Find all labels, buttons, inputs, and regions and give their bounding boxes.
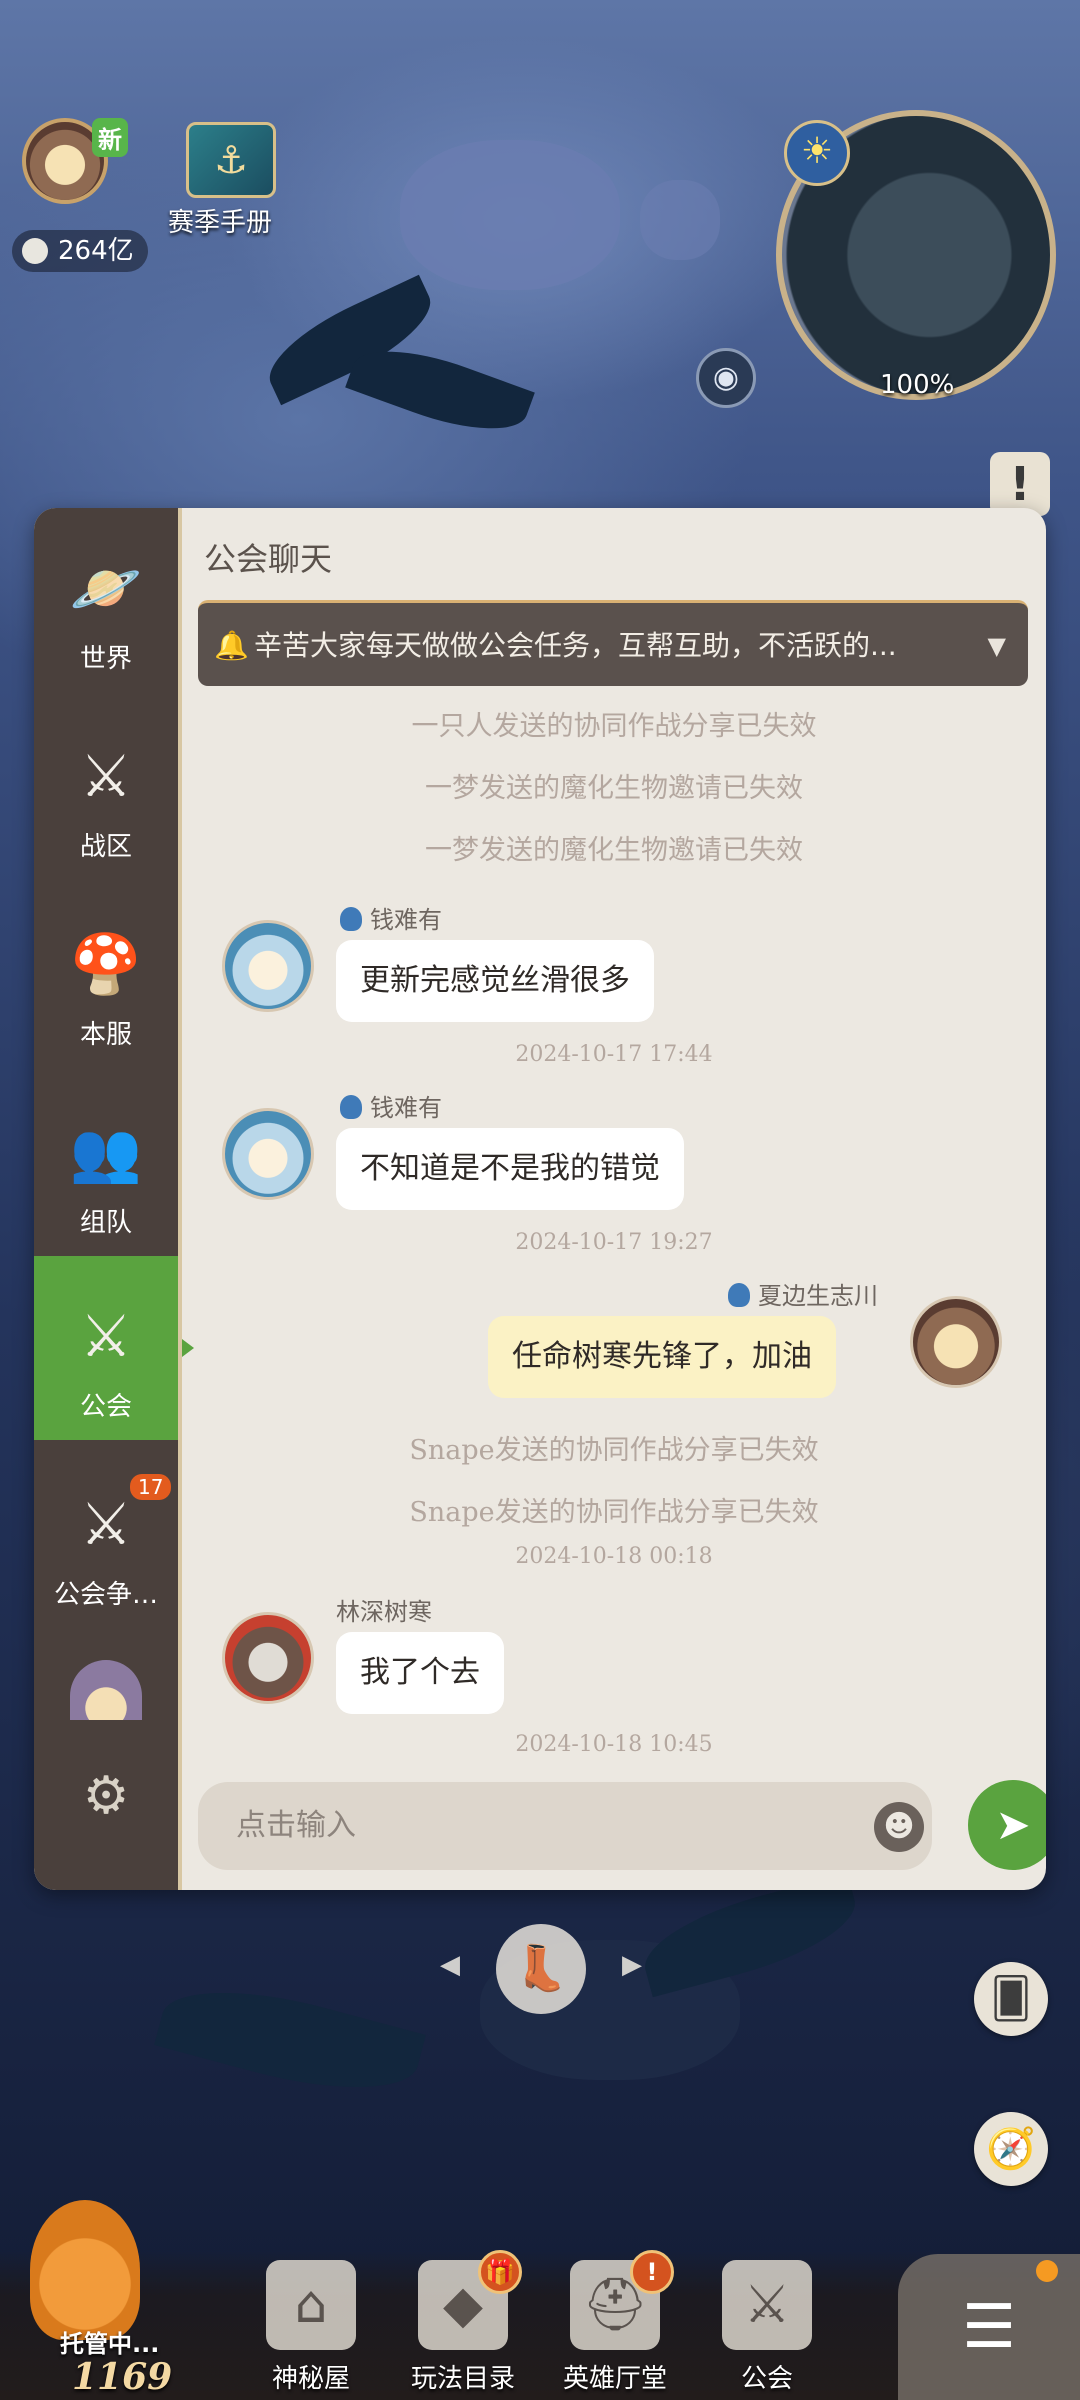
vip-icon — [340, 907, 362, 931]
nav-hero-hall[interactable]: ⛑ 英雄厅堂 ! — [540, 2250, 690, 2400]
message-timestamp: 2024-10-17 17:44 — [515, 1042, 713, 1067]
message-sender: 钱难有 — [340, 1088, 442, 1123]
avatar[interactable] — [70, 1660, 142, 1720]
crossed-swords-icon: ⚔ — [80, 742, 132, 810]
minimap-percent: 100% — [880, 370, 955, 400]
palm-leaf — [634, 1872, 866, 1998]
rock — [400, 140, 620, 290]
guild-chat-panel: 🪐 世界 ⚔ 战区 🍄 本服 👥 组队 ⚔ 公会 ⚔ 公会争… 17 ⚙ 公会聊… — [34, 508, 1046, 1890]
eye-icon[interactable]: ◉ — [696, 348, 756, 408]
system-message: Snape发送的协同作战分享已失效 — [409, 1497, 819, 1528]
sidebar-item-label: 战区 — [79, 832, 132, 862]
cat-icon — [30, 2200, 140, 2340]
sender-name: 钱难有 — [370, 906, 442, 934]
team-icon: 👥 — [69, 1118, 143, 1186]
chat-bubble[interactable]: 更新完感觉丝滑很多 — [336, 940, 654, 1022]
own-chat-bubble[interactable]: 任命树寒先锋了，加油 — [488, 1316, 836, 1398]
mystery-house-icon: ⌂ — [266, 2260, 356, 2350]
chat-main-area: 公会聊天 🔔 辛苦大家每天做做公会任务，互帮互助，不活跃的... ▼ 一只人发送… — [178, 508, 1046, 1890]
chat-bubble[interactable]: 不知道是不是我的错觉 — [336, 1128, 684, 1210]
sidebar-item-team[interactable]: 👥 组队 — [34, 1072, 178, 1256]
vip-icon — [340, 1095, 362, 1119]
guild-notice-banner[interactable]: 🔔 辛苦大家每天做做公会任务，互帮互助，不活跃的... ▼ — [198, 600, 1028, 686]
compass-icon[interactable]: 🧭 — [974, 2112, 1048, 2186]
message-timestamp: 2024-10-17 19:27 — [515, 1230, 713, 1255]
message-timestamp: 2024-10-18 10:45 — [515, 1732, 713, 1757]
chat-bubble[interactable]: 我了个去 — [336, 1632, 504, 1714]
rock — [640, 180, 720, 260]
system-message: 一梦发送的魔化生物邀请已失效 — [425, 773, 803, 804]
vip-icon — [728, 1283, 750, 1307]
sidebar-item-label: 组队 — [79, 1208, 132, 1238]
message-timestamp: 2024-10-18 00:18 — [515, 1544, 713, 1569]
message-sender: 钱难有 — [340, 900, 442, 935]
sidebar-item-label: 公会争… — [53, 1580, 158, 1610]
nav-label: 玩法目录 — [410, 2364, 515, 2394]
avatar[interactable] — [222, 920, 314, 1012]
sidebar-item-guild-war[interactable]: ⚔ 公会争… 17 — [34, 1444, 178, 1628]
sidebar-item-label: 世界 — [79, 644, 132, 674]
mushroom-icon: 🍄 — [69, 930, 143, 998]
currency-icon — [22, 238, 48, 264]
arrow-left-icon[interactable]: ◀ — [440, 1950, 460, 1980]
sidebar-item-guild[interactable]: ⚔ 公会 — [34, 1256, 194, 1440]
gear-icon[interactable]: ⚙ — [74, 1764, 138, 1828]
planet-icon: 🪐 — [69, 554, 143, 622]
sidebar-item-label: 公会 — [79, 1392, 132, 1422]
bell-icon: 🔔 — [214, 629, 249, 662]
sidebar-item-world[interactable]: 🪐 世界 — [34, 508, 178, 692]
auto-play-label: 托管中... — [60, 2330, 160, 2358]
chat-input[interactable]: 点击输入 ☻ — [198, 1782, 932, 1870]
currency-value: 264亿 — [58, 236, 134, 266]
message-sender: 林深树寒 — [336, 1592, 432, 1627]
sender-name: 夏边生志川 — [758, 1282, 878, 1310]
currency-display[interactable]: 264亿 — [12, 230, 148, 272]
guild-icon: ⚔ — [80, 1302, 132, 1370]
notification-dot — [1036, 2260, 1058, 2282]
nav-label: 英雄厅堂 — [562, 2364, 667, 2394]
movement-boot-icon[interactable]: 👢 — [496, 1924, 586, 2014]
chat-title: 公会聊天 — [204, 540, 333, 578]
sidebar-item-label: 本服 — [79, 1020, 132, 1050]
nav-label: 公会 — [740, 2364, 793, 2394]
nav-label: 神秘屋 — [271, 2364, 350, 2394]
arrow-right-icon[interactable]: ▶ — [622, 1950, 642, 1980]
unread-count-badge: 17 — [130, 1474, 172, 1500]
palm-leaf — [154, 1967, 426, 2113]
sender-name: 林深树寒 — [336, 1598, 432, 1626]
sidebar-item-war-zone[interactable]: ⚔ 战区 — [34, 696, 178, 880]
sidebar-item-server[interactable]: 🍄 本服 — [34, 884, 178, 1068]
new-badge: 新 — [92, 118, 128, 157]
chat-channel-sidebar: 🪐 世界 ⚔ 战区 🍄 本服 👥 组队 ⚔ 公会 ⚔ 公会争… 17 ⚙ — [34, 508, 194, 1890]
input-placeholder: 点击输入 — [236, 1808, 356, 1843]
alert-button[interactable]: ! — [990, 452, 1050, 516]
anchor-icon[interactable]: ⚓ — [186, 122, 276, 198]
avatar[interactable] — [910, 1296, 1002, 1388]
system-message: 一梦发送的魔化生物邀请已失效 — [425, 835, 803, 866]
auto-play-number: 1169 — [72, 2356, 173, 2398]
guild-icon: ⚔ — [722, 2260, 812, 2350]
message-sender: 夏边生志川 — [728, 1276, 878, 1311]
season-handbook-label[interactable]: 赛季手册 — [168, 202, 272, 239]
avatar[interactable] — [222, 1108, 314, 1200]
nav-gameplay-catalog[interactable]: ◆ 玩法目录 🎁 — [388, 2250, 538, 2400]
system-message: 一只人发送的协同作战分享已失效 — [411, 711, 817, 742]
cards-icon[interactable]: 🂠 — [974, 1962, 1048, 2036]
alert-badge: ! — [630, 2250, 674, 2294]
sender-name: 钱难有 — [370, 1094, 442, 1122]
avatar[interactable] — [222, 1612, 314, 1704]
nav-guild[interactable]: ⚔ 公会 — [692, 2250, 842, 2400]
system-message: Snape发送的协同作战分享已失效 — [409, 1435, 819, 1466]
gift-badge: 🎁 — [478, 2250, 522, 2294]
nav-mystery-house[interactable]: ⌂ 神秘屋 — [236, 2250, 386, 2400]
send-icon[interactable]: ➤ — [968, 1780, 1046, 1870]
sun-moon-icon[interactable]: ☀ — [784, 120, 850, 186]
notice-text: 辛苦大家每天做做公会任务，互帮互助，不活跃的... — [254, 629, 897, 662]
emoji-icon[interactable]: ☻ — [874, 1802, 924, 1852]
chevron-down-icon[interactable]: ▼ — [988, 603, 1006, 686]
